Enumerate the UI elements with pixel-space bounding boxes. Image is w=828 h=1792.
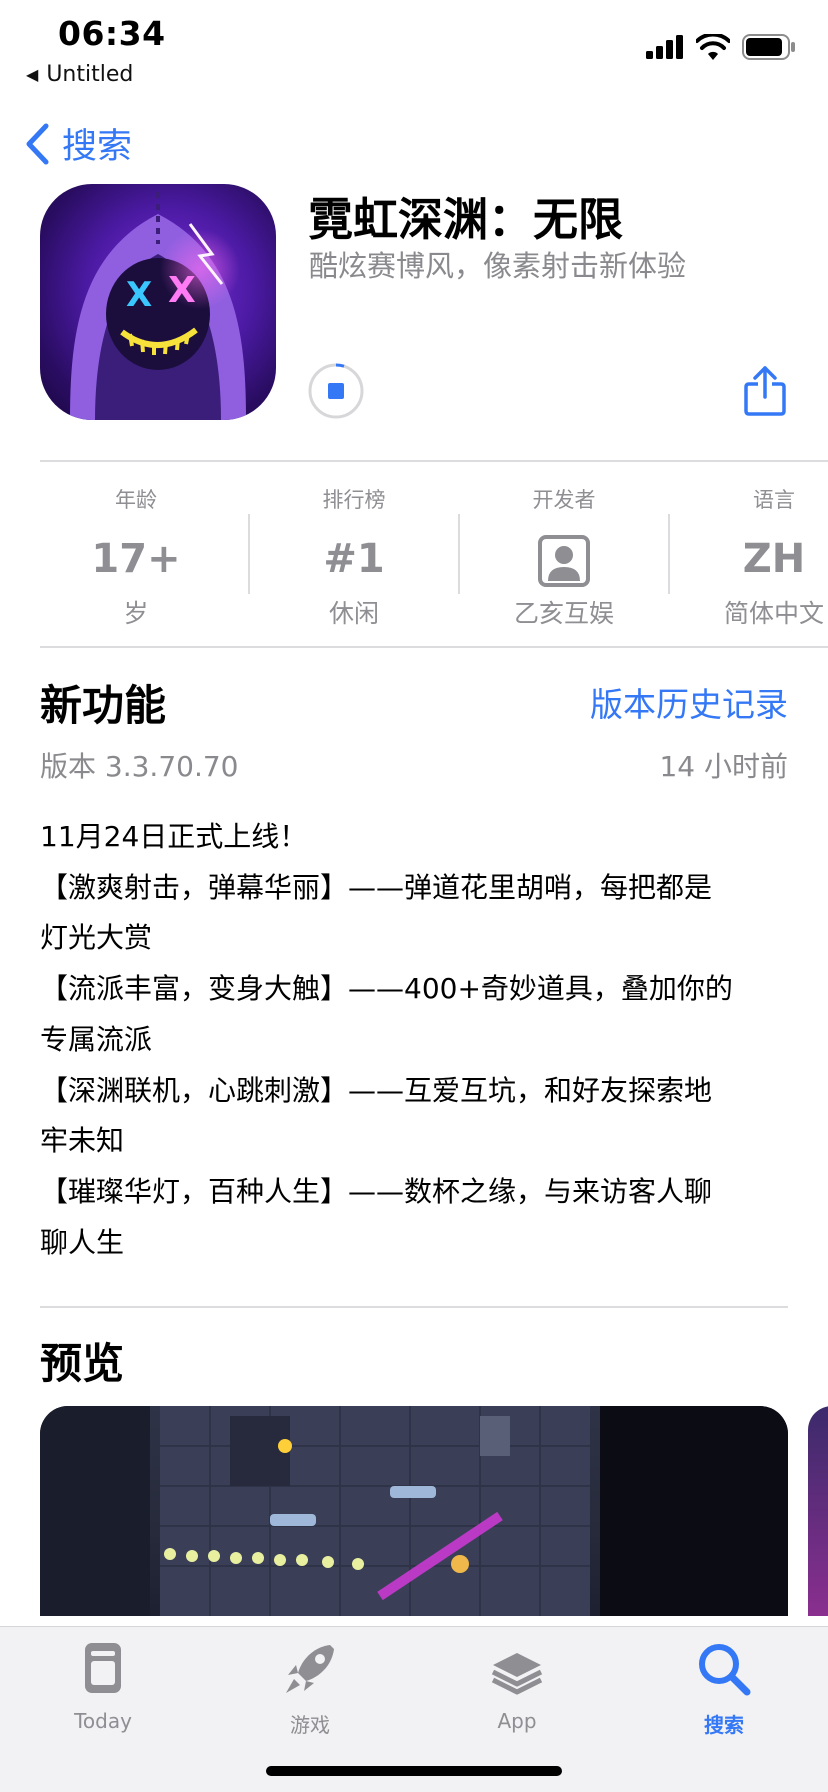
release-note-line: 【流派丰富，变身大触】——400+奇妙道具，叠加你的 (40, 972, 733, 1006)
release-notes: 11月24日正式上线！ 【激爽射击，弹幕华丽】——弹道花里胡哨，每把都是 灯光大… (40, 812, 792, 1268)
app-title: 霓虹深渊：无限 (308, 193, 624, 246)
release-note-line: 灯光大赏 (40, 921, 153, 955)
update-time: 14 小时前 (659, 750, 788, 783)
back-app-label: Untitled (46, 62, 134, 87)
back-label: 搜索 (62, 127, 133, 167)
info-chart-value: #1 (323, 536, 385, 582)
app-stack-icon (491, 1653, 543, 1695)
info-chart[interactable]: 排行榜 #1 休闲 (249, 484, 459, 630)
release-note-line: 【激爽射击，弹幕华丽】——弹道花里胡哨，每把都是 (40, 870, 713, 904)
info-age[interactable]: 年龄 17+ 岁 (31, 484, 241, 630)
release-note-line: 专属流派 (40, 1022, 153, 1056)
release-note-line: 【璀璨华灯，百种人生】——数杯之缘，与来访客人聊 (40, 1174, 713, 1208)
search-back-button[interactable]: 搜索 (24, 118, 132, 169)
tab-games[interactable]: 游戏 (240, 1639, 380, 1738)
app-subtitle: 酷炫赛博风，像素射击新体验 (309, 249, 687, 283)
tab-apps-label: App (497, 1709, 537, 1733)
cellular-signal-icon (646, 35, 683, 59)
wifi-icon (696, 34, 730, 60)
release-note-line: 11月24日正式上线！ (40, 820, 308, 853)
tab-today[interactable]: Today (33, 1639, 173, 1733)
app-store-page: 06:34 ◀ Untitled 搜索 X X 霓虹深渊：无限 酷炫赛博风，像素… (0, 0, 828, 1792)
tab-games-label: 游戏 (290, 1713, 330, 1737)
developer-person-icon (538, 535, 590, 587)
search-icon (699, 1644, 751, 1696)
share-button[interactable] (742, 366, 788, 416)
preview-title: 预览 (40, 1339, 125, 1388)
svg-text:X: X (168, 270, 196, 311)
battery-icon (742, 34, 795, 60)
info-developer-value (459, 532, 669, 587)
info-chart-label: 排行榜 (322, 488, 386, 512)
share-icon (744, 366, 786, 416)
today-icon (85, 1643, 121, 1693)
info-divider (40, 646, 828, 648)
release-note-line: 【深渊联机，心跳刺激】——互爱互坑，和好友探索地 (40, 1073, 713, 1107)
tab-apps[interactable]: App (447, 1639, 587, 1733)
info-age-value: 17+ (91, 536, 181, 582)
next-preview-screenshot[interactable] (808, 1406, 828, 1616)
info-language-value: ZH (742, 536, 806, 582)
game-scene-image (40, 1406, 788, 1616)
home-indicator[interactable] (266, 1766, 562, 1776)
rocket-icon (286, 1645, 334, 1693)
status-indicators (646, 34, 796, 60)
version-history-link[interactable]: 版本历史记录 (590, 678, 788, 726)
info-language-label: 语言 (753, 488, 795, 512)
release-note-line: 牢未知 (40, 1124, 125, 1158)
preview-screenshot[interactable] (40, 1406, 788, 1616)
version-number: 版本 3.3.70.70 (40, 750, 239, 783)
status-time: 06:34 (58, 14, 166, 53)
app-icon: X X (40, 184, 276, 420)
tab-search[interactable]: 搜索 (654, 1639, 794, 1738)
info-language[interactable]: 语言 ZH 简体中文 (669, 484, 828, 630)
download-progress-icon (308, 363, 364, 419)
download-progress-button[interactable] (307, 362, 365, 420)
back-triangle-icon: ◀ (26, 65, 39, 84)
info-chart-sub: 休闲 (328, 599, 379, 628)
back-to-app-link[interactable]: ◀ Untitled (26, 62, 133, 87)
info-age-label: 年龄 (115, 488, 157, 512)
info-age-sub: 岁 (123, 599, 149, 628)
header-divider (40, 460, 828, 462)
whats-new-title: 新功能 (40, 681, 167, 730)
info-developer-sub: 乙亥互娱 (513, 599, 614, 628)
info-developer[interactable]: 开发者 乙亥互娱 (459, 484, 669, 630)
info-language-sub: 简体中文 (723, 599, 824, 628)
info-developer-label: 开发者 (532, 488, 596, 512)
svg-text:X: X (126, 275, 152, 315)
release-note-line: 聊人生 (40, 1225, 125, 1259)
chevron-left-icon (26, 123, 49, 164)
tab-search-label: 搜索 (704, 1713, 744, 1737)
notes-divider (40, 1306, 788, 1308)
tab-today-label: Today (74, 1709, 132, 1733)
